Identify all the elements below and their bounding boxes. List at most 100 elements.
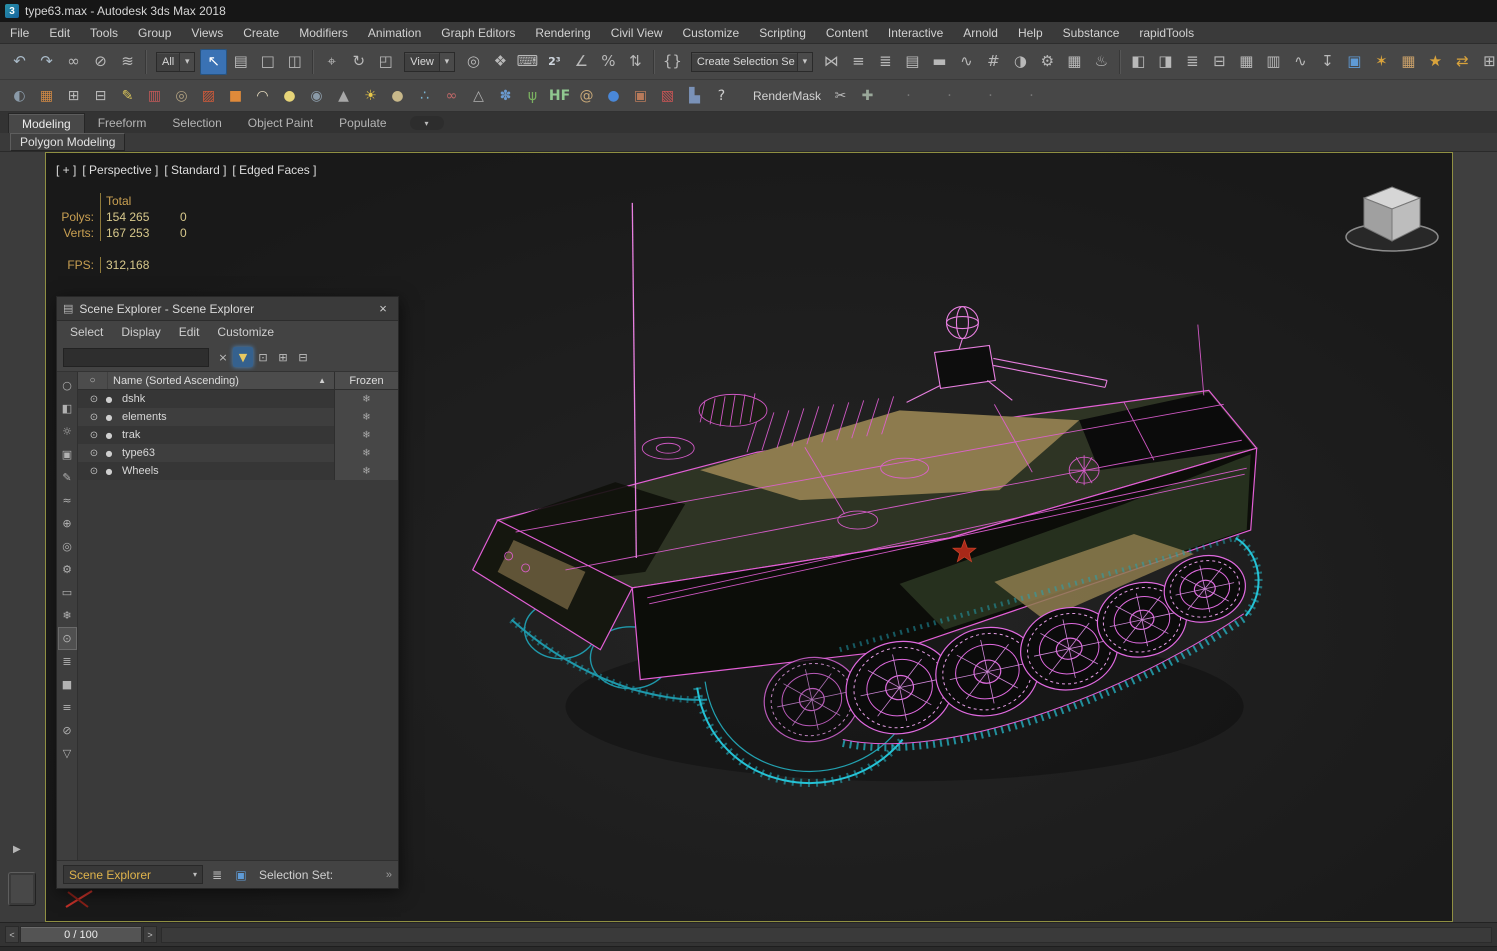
visibility-eye-icon[interactable]: ⊙ [86,448,102,459]
snaps-toggle-icon[interactable]: 2³ [541,49,568,75]
named-selection-sets-dropdown[interactable]: Create Selection Se ▾ [690,51,813,72]
object-name[interactable]: type63 [116,447,334,459]
menu-modifiers[interactable]: Modifiers [289,22,358,44]
lock-icon[interactable]: ⊡ [253,347,273,367]
scene-explorer-window[interactable]: ▤ Scene Explorer - Scene Explorer × Sele… [56,296,399,889]
container-explorer-icon[interactable]: ⊟ [1206,49,1233,75]
filter-funnel-icon[interactable]: ▼ [233,347,253,367]
explorer-name-dropdown[interactable]: Scene Explorer ▾ [63,865,203,884]
viewport-style-menu[interactable]: [ Edged Faces ] [232,163,316,177]
visibility-eye-icon[interactable]: ⊙ [86,466,102,477]
detail-view-icon[interactable]: ≡ [58,696,77,719]
pin-explorer-icon[interactable]: ▣ [231,865,251,885]
display-shapes-icon[interactable]: ✎ [58,466,77,489]
menu-interactive[interactable]: Interactive [878,22,953,44]
render-dot-icon[interactable]: ● [102,431,116,440]
snapshot-icon[interactable]: ▦ [1395,49,1422,75]
frozen-snowflake-icon[interactable]: ❄ [334,444,398,462]
viewport-layout-icon[interactable]: ◧ [1125,49,1152,75]
layer-manager-icon[interactable]: ≣ [872,49,899,75]
tab-object-paint[interactable]: Object Paint [235,113,326,133]
sun-icon[interactable]: ☀ [357,84,384,108]
viewcube[interactable] [1340,179,1444,257]
render-dot-icon[interactable]: ● [102,449,116,458]
next-frame-button[interactable]: > [143,926,157,943]
render-dot-icon[interactable]: ● [102,395,116,404]
clear-search-icon[interactable]: × [213,347,233,367]
column-icon-header[interactable]: ○ [78,372,108,389]
hf-tool-icon[interactable]: HF [546,84,573,108]
swatch-red-icon[interactable]: ▨ [195,84,222,108]
frozen-snowflake-icon[interactable]: ❄ [334,390,398,408]
help-icon[interactable]: ? [708,84,735,108]
menu-scripting[interactable]: Scripting [749,22,816,44]
track-view-icon[interactable]: ▦ [1233,49,1260,75]
window-grid-icon[interactable]: ⊞ [1476,49,1497,75]
display-none-icon[interactable]: ○ [58,374,77,397]
layers-stack-icon[interactable]: ≣ [207,865,227,885]
favorite-star-icon[interactable]: ★ [1422,49,1449,75]
column-frozen-header[interactable]: Frozen [334,372,398,389]
undo-icon[interactable]: ↶ [6,49,33,75]
window-crossing-icon[interactable]: ◫ [281,49,308,75]
menu-views[interactable]: Views [181,22,233,44]
tab-populate[interactable]: Populate [326,113,399,133]
two-spheres-icon[interactable]: ∞ [438,84,465,108]
menu-arnold[interactable]: Arnold [953,22,1008,44]
row-elements[interactable]: ⊙ ● elements ❄ [78,408,398,426]
column-name-header[interactable]: Name (Sorted Ascending) ▲ [108,372,334,389]
sphere-tan-icon[interactable]: ● [384,84,411,108]
grass-icon[interactable]: ψ [519,84,546,108]
filter-hidden-icon[interactable]: ⊙ [57,627,77,650]
percent-snap-icon[interactable]: % [595,49,622,75]
polygon-modeling-panel-button[interactable]: Polygon Modeling [10,133,126,151]
object-name[interactable]: trak [116,429,334,441]
custom-filter-icon[interactable]: ▽ [58,742,77,765]
visibility-eye-icon[interactable]: ⊙ [86,394,102,405]
object-name[interactable]: dshk [116,393,334,405]
menu-tools[interactable]: Tools [80,22,128,44]
sphere-blue-icon[interactable]: ● [600,84,627,108]
select-object-icon[interactable]: ↖ [200,48,228,75]
display-cameras-icon[interactable]: ▣ [58,443,77,466]
wire-sphere-icon[interactable]: ◉ [303,84,330,108]
row-type63[interactable]: ⊙ ● type63 ❄ [78,444,398,462]
edit-named-selection-sets-icon[interactable]: {} [659,49,686,75]
eclipse-sphere-icon[interactable]: ◐ [6,84,33,108]
row-dshk[interactable]: ⊙ ● dshk ❄ [78,390,398,408]
menu-group[interactable]: Group [128,22,181,44]
close-icon[interactable]: × [374,301,392,316]
camera-box-icon[interactable]: ▣ [627,84,654,108]
viewport-shading-menu[interactable]: [ Standard ] [164,163,226,177]
render-production-icon[interactable]: ♨ [1088,49,1115,75]
tab-selection[interactable]: Selection [159,113,234,133]
align-icon[interactable]: ≡ [845,49,872,75]
menu-substance[interactable]: Substance [1053,22,1130,44]
tab-modeling[interactable]: Modeling [8,113,85,133]
select-and-link-icon[interactable]: ∞ [60,49,87,75]
display-containers-icon[interactable]: ▭ [58,581,77,604]
visibility-eye-icon[interactable]: ⊙ [86,412,102,423]
se-menu-display[interactable]: Display [112,325,169,339]
display-bones-icon[interactable]: ⚙ [58,558,77,581]
menu-rapidtools[interactable]: rapidTools [1129,22,1204,44]
render-setup-icon[interactable]: ⚙ [1034,49,1061,75]
rendermask-button[interactable]: RenderMask [747,89,827,103]
unlink-selection-icon[interactable]: ⊘ [87,49,114,75]
selection-filter-dropdown[interactable]: All ▾ [156,51,196,72]
add-plus-icon[interactable]: ✚ [854,84,881,108]
display-xrefs-icon[interactable]: ◎ [58,535,77,558]
swap-arrows-icon[interactable]: ⇄ [1449,49,1476,75]
swatch-orange-icon[interactable]: ■ [222,84,249,108]
filter-frozen-icon[interactable]: ❄ [58,604,77,627]
menu-file[interactable]: File [0,22,39,44]
spinner-snap-icon[interactable]: ⇅ [622,49,649,75]
previous-frame-button[interactable]: < [5,926,19,943]
frozen-snowflake-icon[interactable]: ❄ [334,462,398,480]
visibility-eye-icon[interactable]: ⊙ [86,430,102,441]
viewport-layout-tab[interactable] [8,872,36,906]
keyboard-override-icon[interactable]: ⌨ [514,49,541,75]
menu-civil-view[interactable]: Civil View [601,22,673,44]
remove-column-icon[interactable]: ⊟ [293,347,313,367]
display-spacewarps-icon[interactable]: ≈ [58,489,77,512]
